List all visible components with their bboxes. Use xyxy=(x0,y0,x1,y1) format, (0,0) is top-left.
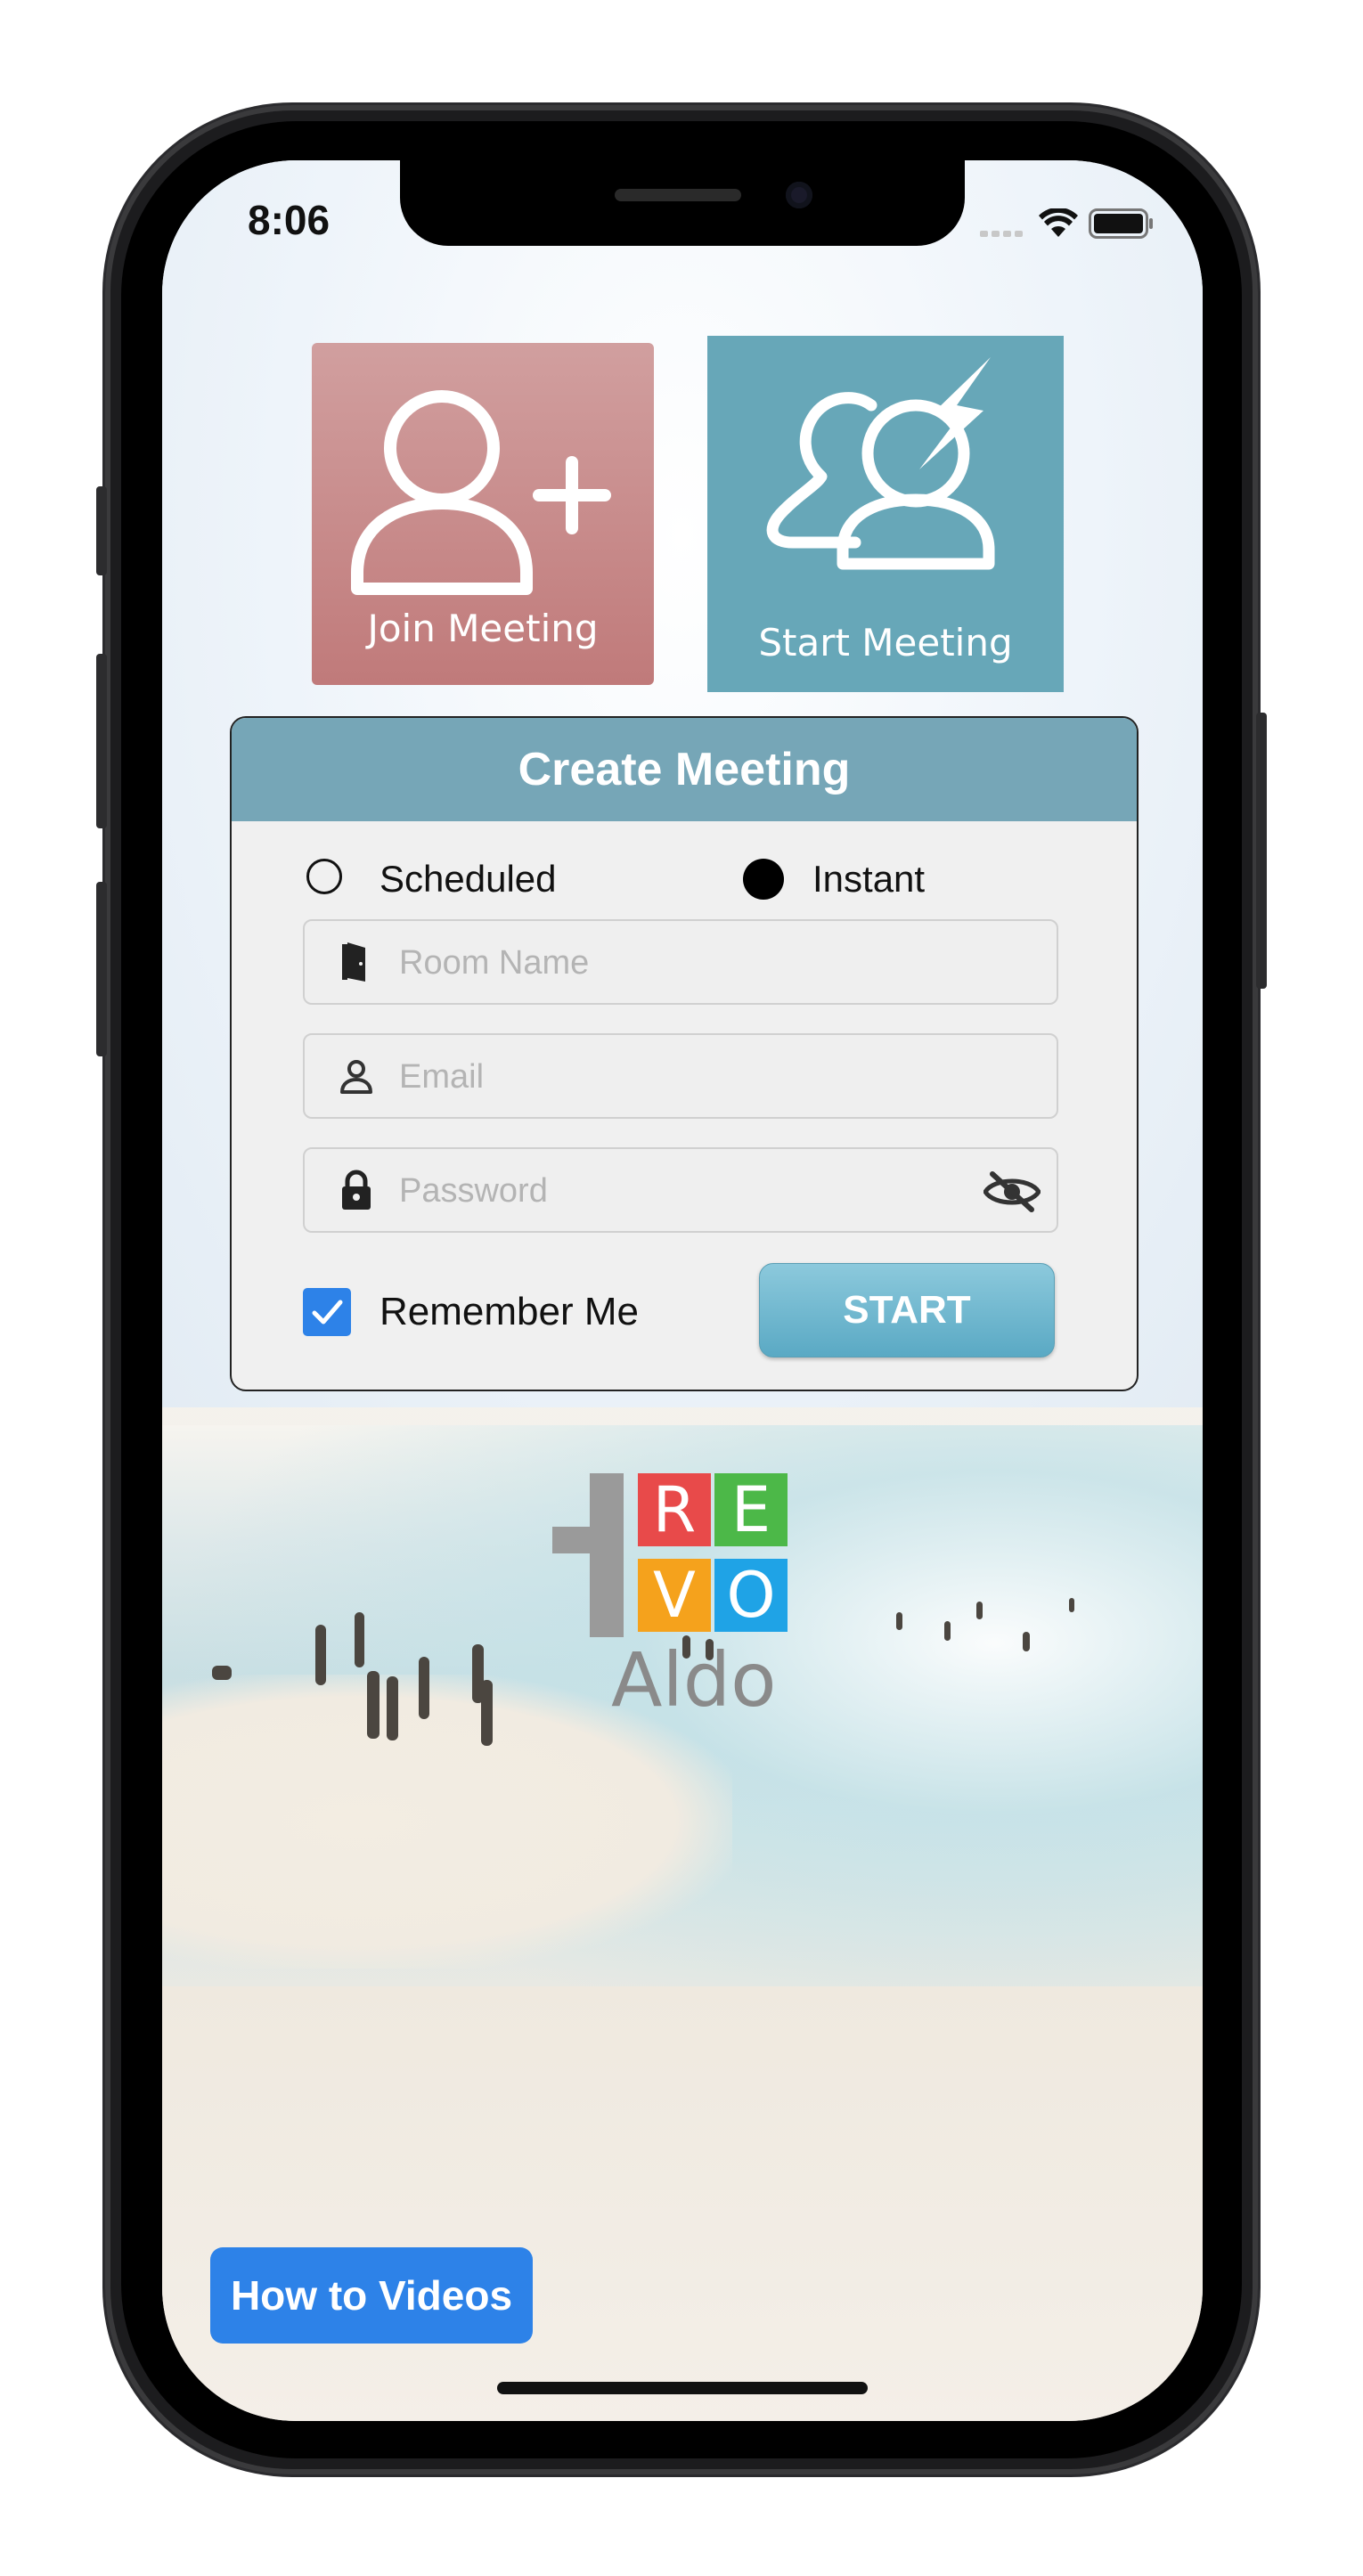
radio-scheduled-label: Scheduled xyxy=(380,858,557,900)
room-name-field[interactable] xyxy=(303,919,1058,1005)
beach-person xyxy=(1069,1598,1074,1612)
checkmark-icon xyxy=(312,1300,343,1325)
notch xyxy=(400,160,965,246)
battery-icon xyxy=(1089,208,1155,239)
password-input[interactable] xyxy=(397,1149,953,1233)
radio-instant[interactable]: Instant xyxy=(743,850,1010,903)
logo-wordmark: Aldo xyxy=(611,1636,777,1724)
status-time: 8:06 xyxy=(248,197,331,243)
door-icon xyxy=(342,942,365,982)
sand-background xyxy=(162,1986,1203,2421)
how-to-videos-button[interactable]: How to Videos xyxy=(210,2247,533,2344)
signal-icon xyxy=(980,226,1026,237)
front-camera xyxy=(786,182,812,208)
beach-person xyxy=(481,1680,493,1746)
email-field[interactable] xyxy=(303,1033,1058,1119)
person-icon xyxy=(340,1060,372,1094)
password-field[interactable] xyxy=(303,1147,1058,1233)
room-name-input[interactable] xyxy=(397,921,953,1005)
radio-instant-label: Instant xyxy=(812,858,926,900)
join-meeting-tile[interactable]: Join Meeting xyxy=(312,343,654,685)
wifi-icon xyxy=(1039,207,1078,239)
email-input[interactable] xyxy=(397,1035,953,1119)
logo-letter-o: O xyxy=(714,1559,788,1632)
beach-person xyxy=(355,1612,364,1667)
start-meeting-icon xyxy=(766,357,995,570)
logo-letter-r: R xyxy=(638,1473,711,1546)
speaker-grille xyxy=(615,189,741,201)
volume-up-button xyxy=(96,654,107,828)
beach-person xyxy=(1023,1632,1030,1651)
start-button[interactable]: START xyxy=(759,1263,1055,1357)
logo-bar-vertical xyxy=(590,1473,624,1637)
radio-scheduled[interactable]: Scheduled xyxy=(306,850,592,903)
radio-circle-filled xyxy=(743,859,784,900)
create-meeting-card: Create Meeting Scheduled Instant Room Na… xyxy=(230,716,1139,1391)
screen: 8:06 Join Meeting Start Meeting Create M… xyxy=(162,160,1203,2421)
beach-person xyxy=(212,1666,232,1680)
logo-letter-e: E xyxy=(714,1473,788,1546)
home-indicator[interactable] xyxy=(497,2382,868,2394)
start-meeting-tile[interactable]: Start Meeting xyxy=(707,336,1064,692)
lock-icon xyxy=(342,1170,371,1210)
eye-off-icon[interactable] xyxy=(983,1170,1041,1213)
radio-circle-empty xyxy=(306,859,342,894)
mute-switch xyxy=(96,486,107,575)
remember-me-label: Remember Me xyxy=(380,1290,639,1333)
logo-letter-v: V xyxy=(638,1559,711,1632)
beach-person xyxy=(419,1657,429,1719)
add-user-icon xyxy=(351,390,611,595)
start-meeting-label: Start Meeting xyxy=(758,621,1013,664)
beach-person xyxy=(944,1621,951,1641)
beach-person xyxy=(315,1625,326,1685)
join-meeting-label: Join Meeting xyxy=(367,607,599,650)
beach-person xyxy=(387,1676,398,1740)
volume-down-button xyxy=(96,882,107,1056)
logo-bar-horizontal xyxy=(552,1527,624,1553)
card-title: Create Meeting xyxy=(232,718,1137,821)
beach-person xyxy=(367,1671,380,1739)
beach-person xyxy=(896,1612,902,1630)
remember-me-checkbox[interactable] xyxy=(303,1288,351,1336)
beach-person xyxy=(976,1602,983,1619)
power-button xyxy=(1256,713,1267,989)
